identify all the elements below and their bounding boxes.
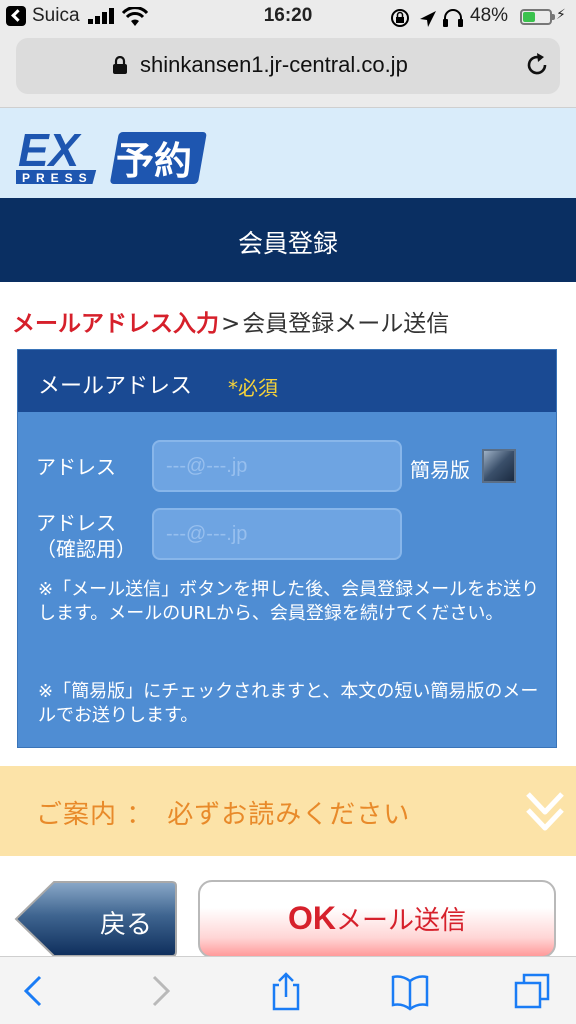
battery-percent: 48% [470, 5, 509, 26]
breadcrumb: メールアドレス入力>会員登録メール送信 [12, 304, 449, 338]
browser-forward-icon[interactable] [140, 971, 180, 1011]
page-title: 会員登録 [237, 229, 338, 258]
simple-version-label: 簡易版 [410, 458, 470, 482]
tabs-icon[interactable] [512, 971, 552, 1011]
ex-yoyaku-logo[interactable]: EX PRESS 予約 [16, 126, 212, 188]
location-icon [420, 11, 436, 27]
required-label: *必須 [228, 376, 278, 400]
note-simple-version: ※「簡易版」にチェックされますと、本文の短い簡易版のメールでお送りします。 [38, 681, 539, 726]
send-mail-label: メール送信 [335, 906, 466, 936]
breadcrumb-current-step: メールアドレス入力 [12, 311, 219, 337]
guide-accordion[interactable]: ご案内 ： 必ずお読みください [0, 766, 576, 856]
guide-text: ご案内 ： 必ずお読みください [36, 800, 411, 830]
lock-icon [113, 56, 127, 74]
site-header: EX PRESS 予約 [0, 108, 576, 198]
back-button[interactable]: 戻る [14, 880, 178, 958]
svg-text:EX: EX [18, 126, 82, 176]
confirm-address-label: アドレス [36, 511, 116, 535]
ok-send-mail-button[interactable]: OKメール送信 [198, 880, 556, 958]
reload-icon[interactable] [524, 52, 550, 78]
section-title: メールアドレス [38, 374, 193, 399]
battery-icon [520, 9, 555, 25]
breadcrumb-separator: > [221, 311, 241, 337]
back-button-shape [14, 881, 177, 957]
email-form-panel: メールアドレス *必須 アドレス 簡易版 アドレス （確認用） ※「メール送信」… [17, 349, 557, 748]
bookmarks-icon[interactable] [390, 971, 430, 1011]
ok-button-label: OKメール送信 [200, 900, 554, 937]
status-icons [391, 9, 463, 27]
url-text: shinkansen1.jr-central.co.jp [140, 52, 408, 77]
screen-lock-icon [391, 9, 409, 27]
double-chevron-down-icon [526, 792, 564, 831]
svg-text:PRESS: PRESS [22, 171, 93, 185]
battery-level [523, 12, 535, 22]
svg-text:予約: 予約 [116, 139, 192, 183]
address-bar[interactable]: shinkansen1.jr-central.co.jp [16, 38, 560, 94]
share-icon[interactable] [266, 971, 306, 1011]
email-confirm-input[interactable] [152, 508, 402, 560]
browser-back-icon[interactable] [14, 971, 54, 1011]
back-button-label: 戻る [100, 910, 153, 940]
status-bar: Suica 16:20 48% ⚡ [0, 0, 576, 34]
address-label: アドレス [36, 455, 116, 479]
page-title-bar: 会員登録 [0, 198, 576, 282]
browser-toolbar [0, 956, 576, 1024]
breadcrumb-next-step: 会員登録メール送信 [242, 311, 450, 337]
confirm-address-sublabel: （確認用） [36, 537, 136, 561]
ok-label: OK [287, 900, 336, 936]
panel-header: メールアドレス *必須 [18, 350, 556, 412]
note-send-mail: ※「メール送信」ボタンを押した後、会員登録メールをお送りします。メールのURLか… [38, 579, 540, 624]
charging-icon: ⚡ [556, 7, 566, 23]
email-input[interactable] [152, 440, 402, 492]
simple-version-checkbox[interactable] [482, 449, 516, 483]
browser-address-area: shinkansen1.jr-central.co.jp [0, 34, 576, 108]
headphones-icon [443, 9, 463, 27]
